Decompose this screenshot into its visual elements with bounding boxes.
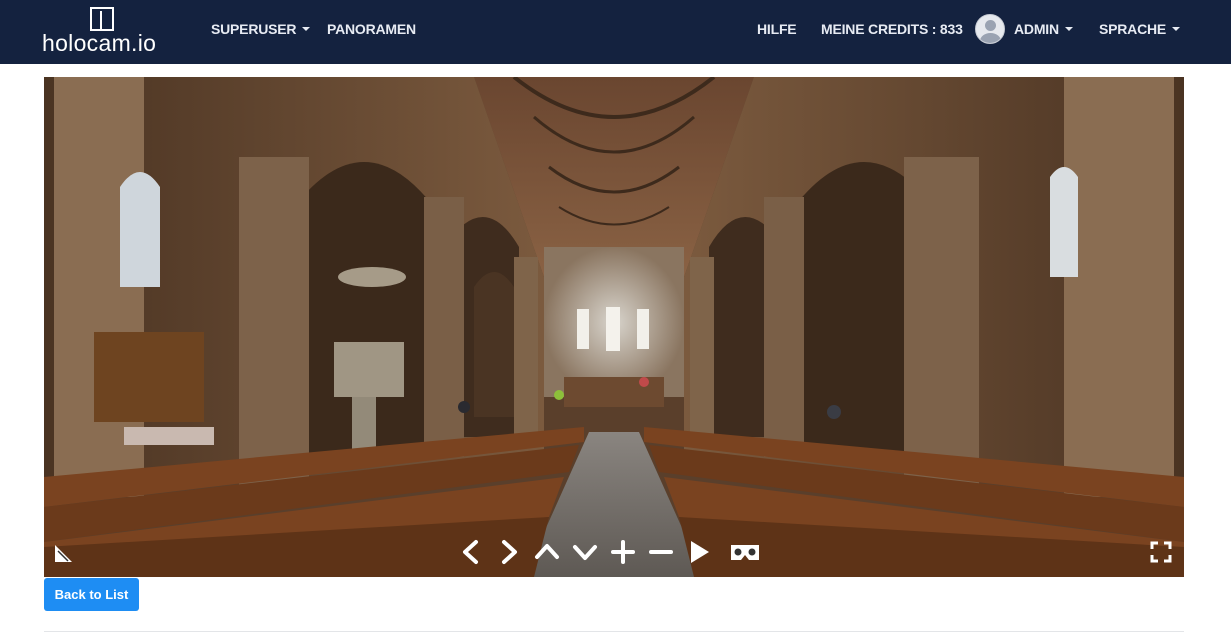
nav-superuser-menu[interactable]: SUPERUSER bbox=[211, 0, 311, 64]
top-navbar: holocam.io SUPERUSER PANORAMEN HILFE MEI… bbox=[0, 0, 1231, 64]
avatar-head bbox=[985, 20, 996, 31]
autoplay-icon[interactable] bbox=[684, 537, 714, 567]
pan-up-icon[interactable] bbox=[532, 537, 562, 567]
logo-icon bbox=[90, 7, 114, 31]
nav-language-menu[interactable]: SPRACHE bbox=[1099, 0, 1181, 64]
pan-left-icon[interactable] bbox=[456, 537, 486, 567]
vr-mode-icon[interactable] bbox=[729, 537, 761, 567]
nav-superuser-label: SUPERUSER bbox=[211, 21, 297, 37]
pan-right-icon[interactable] bbox=[494, 537, 524, 567]
nav-user-label: ADMIN bbox=[1014, 21, 1059, 37]
zoom-out-icon[interactable] bbox=[646, 537, 676, 567]
zoom-in-icon[interactable] bbox=[608, 537, 638, 567]
nav-credits-label: MEINE CREDITS : 833 bbox=[821, 21, 963, 37]
divider bbox=[44, 631, 1184, 632]
nav-credits-link[interactable]: MEINE CREDITS : 833 bbox=[821, 0, 963, 64]
nav-help-link[interactable]: HILFE bbox=[757, 0, 797, 64]
avatar-body bbox=[980, 33, 1001, 43]
chevron-down-icon bbox=[1064, 27, 1073, 32]
fullscreen-icon[interactable] bbox=[1146, 537, 1176, 567]
gyro-toggle-icon[interactable] bbox=[50, 537, 80, 567]
brand-logo[interactable]: holocam.io bbox=[42, 6, 168, 56]
nav-user-menu[interactable]: ADMIN bbox=[1014, 0, 1073, 64]
panorama-image bbox=[44, 77, 1184, 577]
avatar[interactable] bbox=[975, 14, 1005, 44]
nav-panoramen-label: PANORAMEN bbox=[327, 21, 416, 37]
nav-help-label: HILFE bbox=[757, 21, 797, 37]
nav-language-label: SPRACHE bbox=[1099, 21, 1167, 37]
chevron-down-icon bbox=[1172, 27, 1181, 32]
chevron-down-icon bbox=[302, 27, 311, 32]
nav-panoramen-link[interactable]: PANORAMEN bbox=[327, 0, 416, 64]
brand-name: holocam.io bbox=[42, 30, 157, 56]
panorama-viewer[interactable] bbox=[44, 77, 1184, 577]
back-to-list-button[interactable]: Back to List bbox=[44, 578, 139, 611]
pan-down-icon[interactable] bbox=[570, 537, 600, 567]
